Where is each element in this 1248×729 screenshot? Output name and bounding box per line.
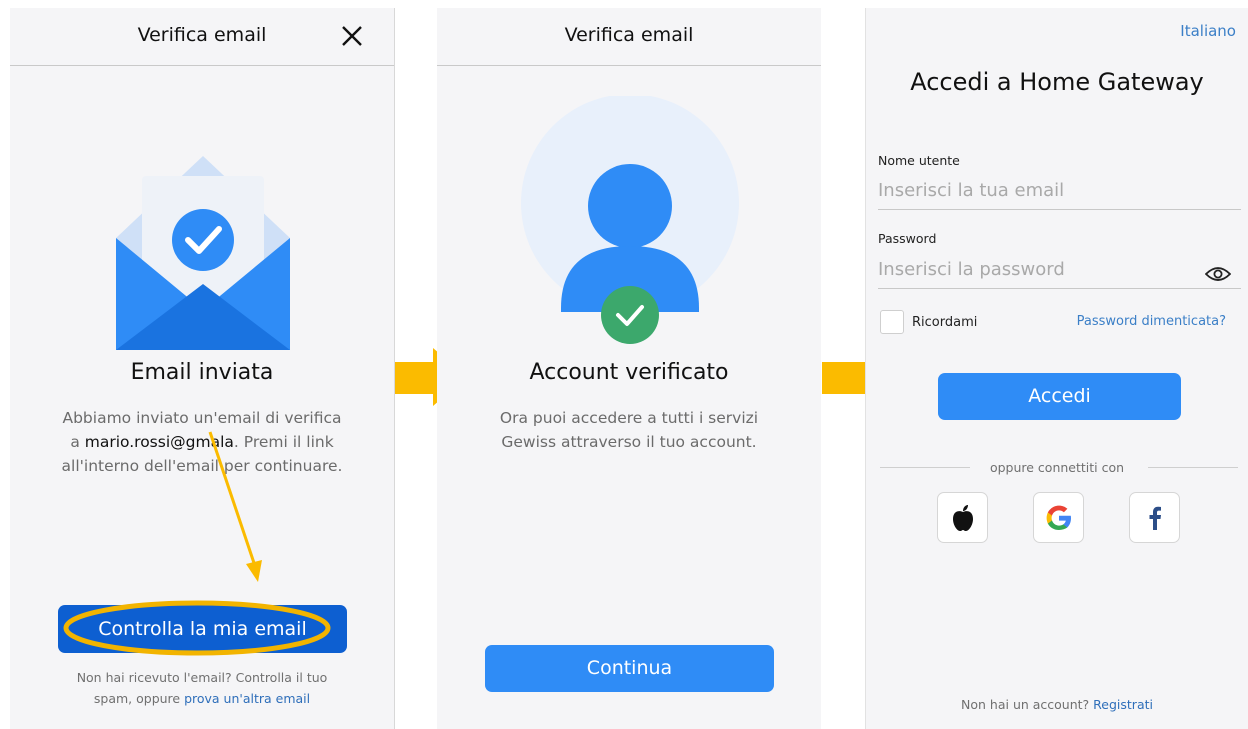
- heading: Account verificato: [529, 360, 729, 385]
- body-text: Ora puoi accedere a tutti i servizi Gewi…: [437, 406, 821, 454]
- forgot-password-link[interactable]: Password dimenticata?: [1077, 314, 1226, 329]
- eye-icon[interactable]: [1205, 265, 1231, 283]
- body-line: Ora puoi accedere a tutti i servizi: [499, 409, 759, 427]
- flow-arrow-shaft: [822, 362, 865, 394]
- password-label: Password: [878, 231, 937, 246]
- screen-account-verified: Verifica email Account verificato Ora pu…: [437, 8, 821, 729]
- footer-prefix: spam, oppure: [93, 691, 185, 706]
- facebook-login-button[interactable]: [1129, 492, 1180, 543]
- header-title: Verifica email: [137, 24, 267, 46]
- close-icon[interactable]: [340, 24, 364, 48]
- footer-line: Non hai ricevuto l'email? Controlla il t…: [76, 670, 328, 685]
- signup-prefix: Non hai un account?: [961, 697, 1094, 712]
- language-selector[interactable]: Italiano: [1180, 22, 1236, 40]
- login-title: Accedi a Home Gateway: [910, 68, 1204, 96]
- button-label: Accedi: [1028, 385, 1091, 407]
- footer-text: Non hai ricevuto l'email? Controlla il t…: [10, 667, 394, 709]
- remember-label: Ricordami: [912, 315, 978, 330]
- google-icon: [1046, 505, 1071, 530]
- highlight-ellipse: [63, 600, 331, 656]
- footer-line: spam, oppure prova un'altra email: [10, 688, 394, 709]
- try-other-email-link[interactable]: prova un'altra email: [184, 691, 310, 706]
- header-title: Verifica email: [564, 24, 694, 46]
- signup-text: Non hai un account? Registrati: [866, 697, 1248, 712]
- verified-user-icon: [521, 96, 739, 344]
- envelope-check-icon: [116, 156, 290, 350]
- apple-icon: [953, 505, 973, 531]
- divider-line: [1148, 467, 1238, 468]
- google-login-button[interactable]: [1033, 492, 1084, 543]
- button-label: Continua: [586, 657, 673, 679]
- password-input[interactable]: [878, 251, 1241, 289]
- flow-arrow-shaft: [395, 362, 433, 394]
- facebook-icon: [1149, 506, 1161, 530]
- username-input[interactable]: [878, 172, 1241, 210]
- body-prefix: a: [70, 433, 85, 451]
- annotation-arrow: [208, 431, 262, 582]
- screen-login: Italiano Accedi a Home Gateway Nome uten…: [865, 8, 1248, 729]
- heading: Email inviata: [130, 360, 274, 385]
- username-label: Nome utente: [878, 153, 960, 168]
- apple-login-button[interactable]: [937, 492, 988, 543]
- header: Verifica email: [437, 8, 821, 66]
- screen-email-sent: Verifica email Email inviata Abbiamo inv…: [10, 8, 395, 729]
- register-link[interactable]: Registrati: [1093, 697, 1153, 712]
- login-button[interactable]: Accedi: [938, 373, 1181, 420]
- header: Verifica email: [10, 8, 394, 66]
- continue-button[interactable]: Continua: [485, 645, 774, 692]
- body-line: Gewiss attraverso il tuo account.: [501, 433, 757, 451]
- remember-checkbox[interactable]: [880, 310, 904, 334]
